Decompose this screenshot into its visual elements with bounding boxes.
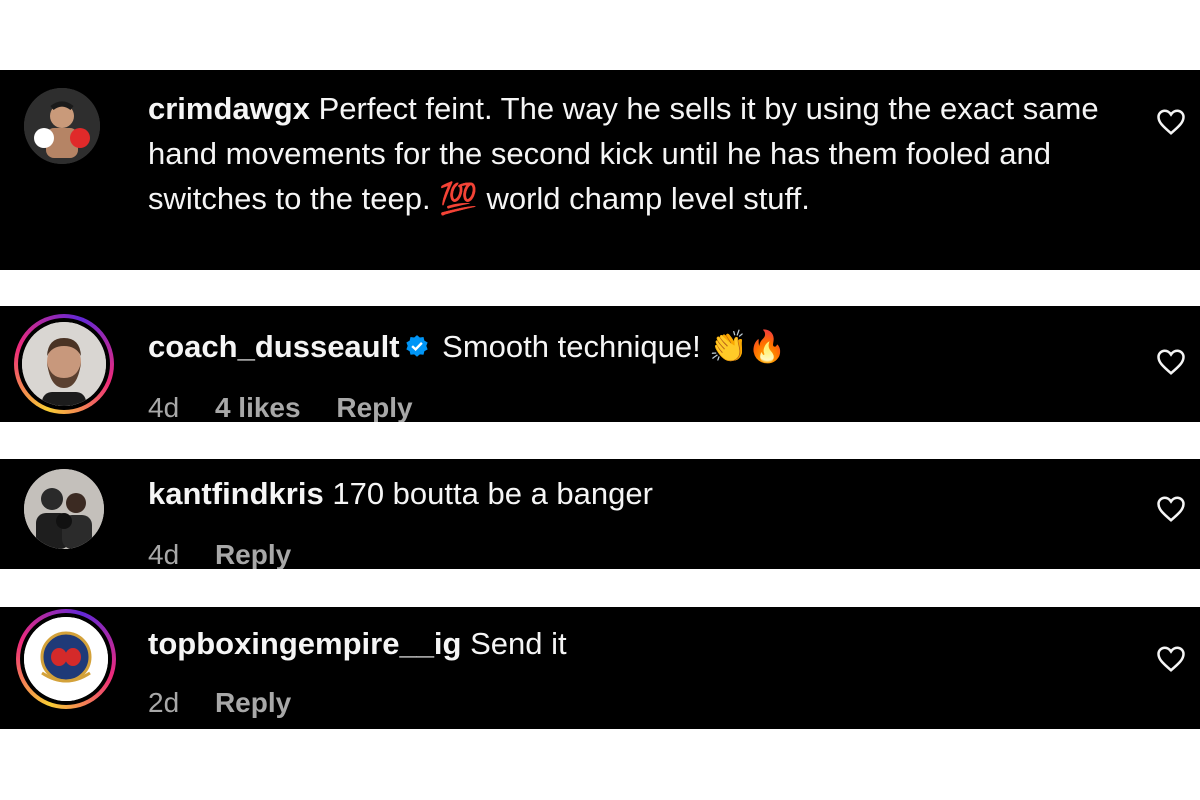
username[interactable]: crimdawgx [148, 91, 310, 126]
hundred-emoji: 💯 [439, 181, 478, 216]
heart-icon[interactable] [1156, 495, 1186, 523]
username[interactable]: kantfindkris [148, 476, 324, 511]
boxer-avatar-icon [24, 88, 100, 164]
comment-text: 170 boutta be a banger [332, 476, 653, 511]
comment-meta: 4d 4 likes Reply [148, 392, 441, 422]
timestamp: 2d [148, 687, 180, 718]
timestamp: 4d [148, 539, 180, 569]
clap-fire-emoji: 👏🔥 [709, 329, 787, 364]
comment-meta: 4d Reply [148, 539, 319, 569]
username[interactable]: topboxingempire__ig [148, 626, 461, 661]
avatar[interactable] [14, 314, 114, 414]
comment-body: kantfindkris 170 boutta be a banger [148, 471, 1108, 516]
comment-text-end: world champ level stuff. [486, 181, 810, 216]
bearded-man-avatar-icon [22, 322, 106, 406]
likes-count[interactable]: 4 likes [215, 392, 301, 422]
username[interactable]: coach_dusseault [148, 329, 400, 364]
comment-body: topboxingempire__ig Send it [148, 621, 1108, 666]
reply-button[interactable]: Reply [215, 687, 291, 718]
comment-body: crimdawgx Perfect feint. The way he sell… [148, 86, 1108, 221]
timestamp: 4d [148, 392, 180, 422]
heart-icon[interactable] [1156, 348, 1186, 376]
comment-meta: 2d Reply [148, 687, 319, 719]
avatar[interactable] [24, 88, 100, 164]
reply-button[interactable]: Reply [336, 392, 412, 422]
comment-body: coach_dusseault Smooth technique! 👏🔥 [148, 324, 1108, 369]
comment-item: topboxingempire__ig Send it 2d Reply [0, 607, 1200, 729]
reply-button[interactable]: Reply [215, 539, 291, 569]
heart-icon[interactable] [1156, 645, 1186, 673]
avatar[interactable] [24, 469, 104, 549]
heart-icon[interactable] [1156, 108, 1186, 136]
group-photo-avatar-icon [24, 469, 104, 549]
comment-item: kantfindkris 170 boutta be a banger 4d R… [0, 459, 1200, 569]
comment-item: coach_dusseault Smooth technique! 👏🔥 4d … [0, 306, 1200, 422]
avatar[interactable] [16, 609, 116, 709]
comment-item: crimdawgx Perfect feint. The way he sell… [0, 70, 1200, 270]
verified-badge-icon [405, 335, 428, 357]
comment-text: Smooth technique! [442, 329, 701, 364]
boxing-gloves-logo-avatar-icon [24, 617, 108, 701]
comment-text: Send it [470, 626, 567, 661]
